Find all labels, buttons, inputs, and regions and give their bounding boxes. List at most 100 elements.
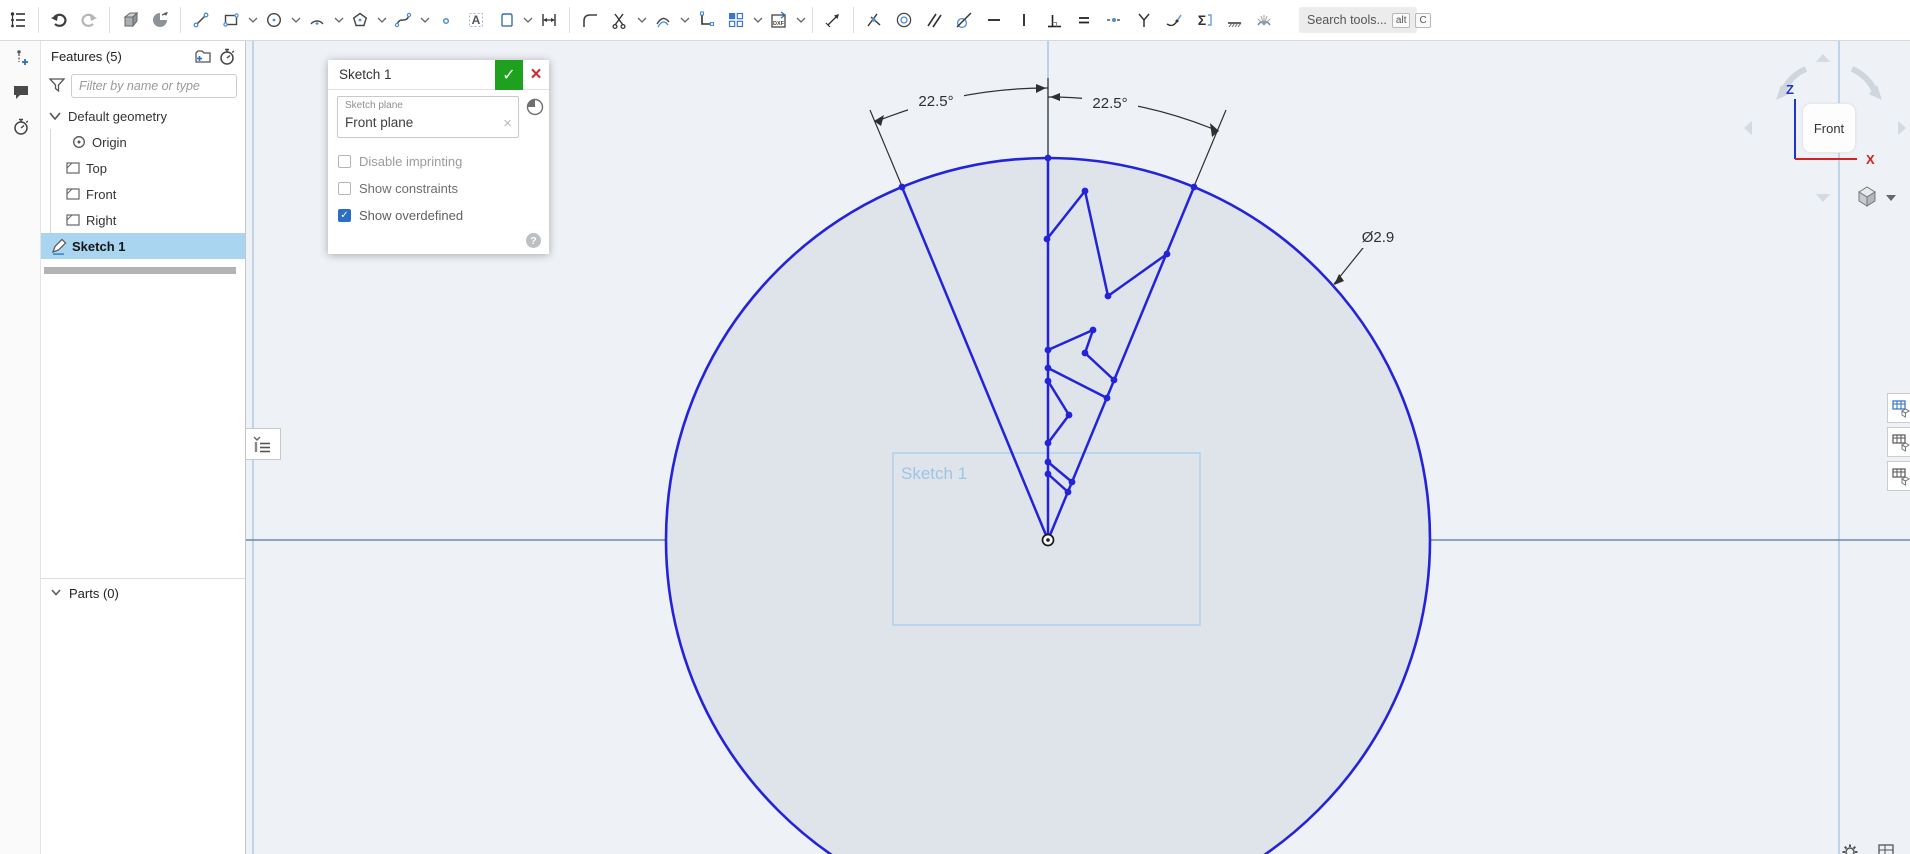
- diameter-dimension: Ø2.9: [1362, 229, 1395, 246]
- sidebar-item-default-geometry[interactable]: Default geometry: [41, 103, 245, 129]
- sketch-plane-field[interactable]: Sketch plane Front plane ×: [337, 96, 519, 138]
- tool-midpoint-button[interactable]: [1099, 3, 1129, 37]
- sidebar-item-sketch-1[interactable]: Sketch 1: [41, 233, 245, 259]
- tool-point-button[interactable]: [431, 3, 461, 37]
- comment-icon[interactable]: [0, 75, 41, 109]
- feature-list-flyout-button[interactable]: [246, 428, 281, 460]
- view-right-arrow: [1898, 121, 1906, 135]
- tool-spline-button[interactable]: [388, 3, 418, 37]
- table-cube-blue-button[interactable]: [1887, 393, 1910, 423]
- tool-concentric-button[interactable]: [889, 3, 919, 37]
- tool-curvature-button[interactable]: [1159, 3, 1189, 37]
- checkbox-checked-icon[interactable]: ✓: [338, 208, 351, 222]
- tool-line-button[interactable]: [186, 3, 216, 37]
- tool-trim-dropdown[interactable]: [635, 3, 648, 37]
- insert-item-icon[interactable]: [0, 41, 41, 75]
- checkbox-show-constraints[interactable]: Show constraints: [338, 179, 458, 197]
- checkbox-show-overdefined[interactable]: ✓ Show overdefined: [338, 206, 463, 224]
- tool-arc-dropdown[interactable]: [332, 3, 345, 37]
- tool-pattern-button[interactable]: [721, 3, 751, 37]
- sketch-vertex: [1110, 376, 1118, 384]
- tree-item-label: Origin: [92, 134, 127, 150]
- tool-revolve-button[interactable]: [145, 3, 175, 37]
- sidebar-item-right[interactable]: Right: [41, 207, 245, 233]
- tool-offset-dropdown[interactable]: [678, 3, 691, 37]
- cancel-button[interactable]: ×: [523, 60, 549, 90]
- plane-icon: [63, 210, 83, 230]
- filter-icon[interactable]: [47, 75, 67, 98]
- accept-button[interactable]: ✓: [495, 59, 523, 90]
- tool-import-dxf-button[interactable]: DXF: [764, 3, 794, 37]
- checkbox-label: Show overdefined: [359, 207, 464, 223]
- tool-text-button[interactable]: A: [461, 3, 491, 37]
- gear-icon[interactable]: [1840, 842, 1860, 854]
- tool-extrude-button[interactable]: [115, 3, 145, 37]
- table-export-button[interactable]: [1887, 461, 1910, 491]
- sidebar-item-origin[interactable]: Origin: [41, 129, 245, 155]
- view-up-arrow: [1816, 54, 1830, 62]
- clear-selection-icon[interactable]: ×: [503, 116, 512, 131]
- tool-tangent-button[interactable]: [949, 3, 979, 37]
- checkbox-unchecked-icon[interactable]: [338, 181, 351, 195]
- tree-item-label: Top: [86, 160, 107, 176]
- checkbox-unchecked-icon[interactable]: [338, 154, 351, 168]
- sketch-vertex: [1089, 326, 1097, 334]
- rollback-clock-icon[interactable]: [215, 45, 239, 67]
- tool-feature-tree-button[interactable]: [3, 3, 33, 37]
- tool-symmetric-button[interactable]: [1129, 3, 1159, 37]
- sketch-vertex: [1103, 394, 1111, 402]
- tool-fillet-button[interactable]: [575, 3, 605, 37]
- sidebar-item-top[interactable]: Top: [41, 155, 245, 181]
- tool-coincident-button[interactable]: [859, 3, 889, 37]
- checkbox-disable-imprinting[interactable]: Disable imprinting: [338, 152, 462, 170]
- insert-folder-icon[interactable]: [191, 45, 215, 67]
- sketch-vertex: [1044, 377, 1052, 385]
- tool-circle-dropdown[interactable]: [289, 3, 302, 37]
- filter-input[interactable]: Filter by name or type: [71, 74, 237, 98]
- tool-rectangle-dropdown[interactable]: [246, 3, 259, 37]
- tool-parallel-button[interactable]: [919, 3, 949, 37]
- tool-offset-button[interactable]: [648, 3, 678, 37]
- sketch-vertex: [1044, 458, 1052, 466]
- tool-trim-button[interactable]: [605, 3, 635, 37]
- sketch-vertex: [1064, 488, 1072, 496]
- tool-search-input[interactable]: Search tools... alt C: [1299, 7, 1431, 33]
- history-icon[interactable]: [0, 109, 41, 143]
- tool-rectangle-button[interactable]: [216, 3, 246, 37]
- tool-polygon-dropdown[interactable]: [375, 3, 388, 37]
- tool-vertical-button[interactable]: [1009, 3, 1039, 37]
- tool-pattern-dropdown[interactable]: [751, 3, 764, 37]
- tool-normal-fan-button[interactable]: [1249, 3, 1279, 37]
- tool-measure-button[interactable]: [818, 3, 848, 37]
- sidebar-item-front[interactable]: Front: [41, 181, 245, 207]
- sketch-dialog-header: Sketch 1 ✓ ×: [328, 59, 549, 90]
- angle-dimension-right: 22.5°: [1092, 95, 1127, 112]
- tool-use-project-button[interactable]: [691, 3, 721, 37]
- tool-horizontal-button[interactable]: [979, 3, 1009, 37]
- tool-arc-button[interactable]: [302, 3, 332, 37]
- tool-slot-dropdown[interactable]: [521, 3, 534, 37]
- tool-redo-button[interactable]: [74, 3, 104, 37]
- tool-polygon-button[interactable]: [345, 3, 375, 37]
- view-cube-face-front[interactable]: Front: [1802, 103, 1856, 153]
- sketch-canvas[interactable]: Sketch 1 22.5° 22.5° Ø2.9 Sketch 1 ✓ × Sket…: [246, 41, 1910, 854]
- angle-dimension-left: 22.5°: [918, 93, 953, 110]
- tool-import-dxf-dropdown[interactable]: [794, 3, 807, 37]
- tool-slot-button[interactable]: [491, 3, 521, 37]
- tool-spline-dropdown[interactable]: [418, 3, 431, 37]
- help-icon[interactable]: ?: [526, 233, 541, 248]
- suppress-clock-icon[interactable]: [525, 97, 545, 117]
- tool-circle-button[interactable]: [259, 3, 289, 37]
- tool-perpendicular-button[interactable]: [1039, 3, 1069, 37]
- tool-equal-button[interactable]: [1069, 3, 1099, 37]
- tool-dimension-button[interactable]: [534, 3, 564, 37]
- tool-sigma-button[interactable]: Σ: [1189, 3, 1219, 37]
- chevron-icon[interactable]: [45, 106, 65, 126]
- tree-horizontal-scrollbar[interactable]: [44, 267, 236, 274]
- grid-doc-icon[interactable]: [1876, 842, 1896, 854]
- parts-section-header[interactable]: Parts (0): [41, 578, 245, 608]
- tool-fix-button[interactable]: [1219, 3, 1249, 37]
- table-cube-gray-button[interactable]: [1887, 427, 1910, 457]
- view-left-arrow: [1744, 121, 1752, 135]
- tool-undo-button[interactable]: [44, 3, 74, 37]
